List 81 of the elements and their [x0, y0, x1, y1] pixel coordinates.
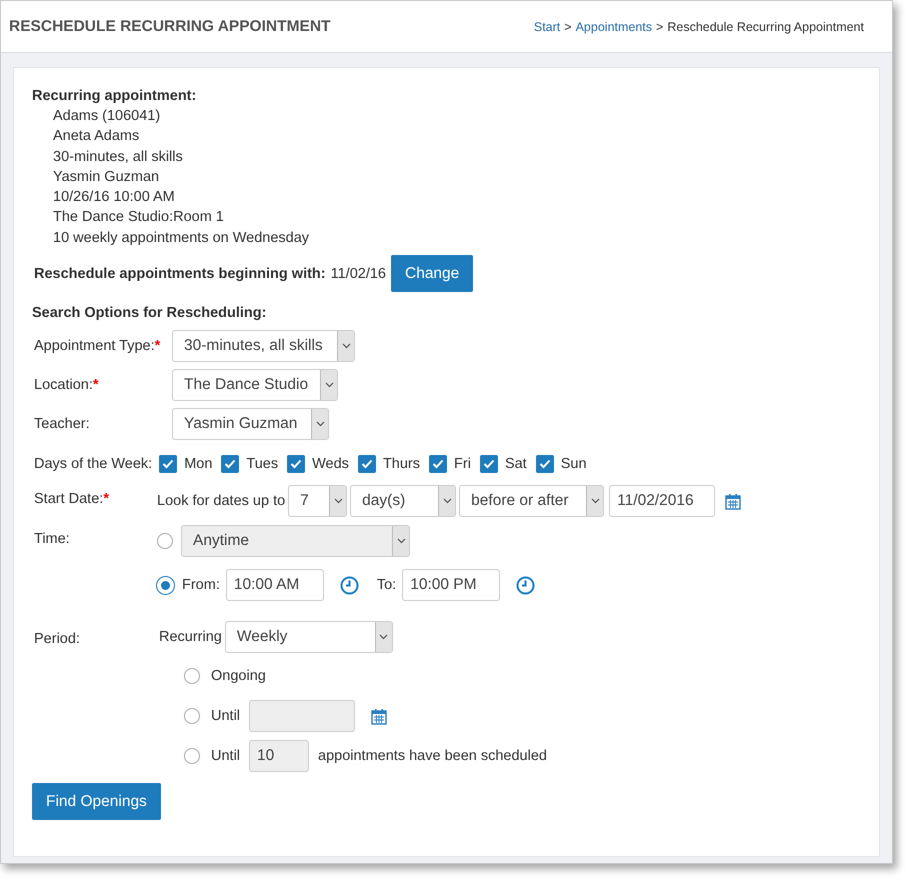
field-label: Days of the Week:: [34, 456, 152, 472]
breadcrumb-link[interactable]: Appointments: [576, 20, 652, 34]
checkbox[interactable]: [287, 455, 306, 474]
search-options-heading: Search Options for Rescheduling:: [32, 304, 268, 324]
caret-icon: [320, 370, 337, 400]
summary-heading: Recurring appointment:: [32, 87, 198, 106]
checkbox[interactable]: [221, 455, 240, 474]
caret-icon: [337, 331, 354, 362]
select-field[interactable]: Weekly: [224, 621, 393, 654]
day-label: Mon: [184, 456, 212, 472]
find-openings-button[interactable]: Find Openings: [32, 783, 161, 820]
day-label: Tues: [246, 456, 278, 472]
breadcrumb-separator: >: [564, 20, 572, 34]
select-field[interactable]: Yasmin Guzman: [172, 408, 329, 440]
day-label: Thurs: [382, 456, 420, 472]
checkmark-icon: [360, 459, 373, 470]
reschedule-date: 11/02/16: [330, 266, 386, 282]
summary-line: 10 weekly appointments on Wednesday: [53, 228, 310, 248]
select-field[interactable]: before or after: [459, 485, 604, 518]
field-label: From:: [182, 577, 220, 594]
page-title: RESCHEDULE RECURRING APPOINTMENT: [9, 18, 330, 36]
field-label: Period:: [34, 630, 81, 650]
summary-line: 30-minutes, all skills: [53, 148, 184, 167]
checkbox[interactable]: [480, 455, 498, 474]
select-field[interactable]: 7: [288, 485, 348, 518]
breadcrumb-separator: >: [656, 20, 664, 34]
time-field[interactable]: 10:00 PM: [402, 569, 500, 602]
summary-line: Aneta Adams: [53, 127, 140, 146]
caret-icon: [374, 622, 392, 652]
field-label: Start Date:: [34, 491, 104, 508]
checkmark-icon: [290, 459, 302, 470]
reschedule-label: Reschedule appointments beginning with:: [34, 266, 326, 282]
date-field[interactable]: 11/02/2016: [609, 485, 716, 518]
breadcrumb-current: Reschedule Recurring Appointment: [667, 20, 864, 34]
field-label: Appointment Type:: [34, 338, 155, 354]
checkmark-icon: [224, 459, 236, 470]
option-label: Until: [211, 708, 240, 724]
summary-line: Yasmin Guzman: [53, 168, 160, 187]
select-field[interactable]: The Dance Studio: [172, 369, 338, 402]
checkbox[interactable]: [159, 455, 178, 474]
field-label: Teacher:: [34, 416, 90, 432]
required-mark: *: [154, 338, 160, 354]
summary-line: The Dance Studio:Room 1: [53, 208, 225, 228]
checkbox[interactable]: [536, 455, 554, 474]
checkmark-icon: [538, 459, 551, 470]
checkbox[interactable]: [358, 455, 376, 474]
calendar-icon[interactable]: [725, 492, 742, 510]
calendar-icon[interactable]: [371, 708, 388, 725]
day-label: Fri: [454, 456, 471, 472]
caret-icon: [438, 486, 456, 516]
clock-icon[interactable]: [340, 576, 359, 595]
option-label: Ongoing: [211, 668, 266, 684]
option-label: Until: [211, 748, 240, 764]
checkmark-icon: [482, 459, 495, 470]
option-label: appointments have been scheduled: [318, 748, 547, 764]
day-label: Sat: [504, 456, 527, 472]
checkbox[interactable]: [429, 455, 448, 474]
caret-icon: [329, 486, 346, 516]
required-mark: *: [92, 377, 99, 394]
change-button[interactable]: Change: [391, 255, 474, 292]
summary-line: Adams (106041): [53, 107, 162, 126]
select-field[interactable]: day(s): [350, 485, 456, 518]
date-range-label: Look for dates up to: [157, 493, 286, 510]
caret-icon: [586, 486, 604, 516]
field-label: Recurring: [159, 629, 222, 646]
time-field[interactable]: 10:00 AM: [226, 569, 324, 602]
radio-button[interactable]: [184, 668, 200, 684]
day-label: Weds: [312, 456, 349, 472]
caret-icon: [311, 409, 328, 440]
field-label: To:: [376, 577, 396, 594]
checkmark-icon: [162, 459, 174, 470]
day-label: Sun: [560, 456, 587, 472]
summary-line: 10/26/16 10:00 AM: [53, 188, 176, 208]
checkmark-icon: [432, 459, 444, 470]
caret-icon: [392, 526, 409, 556]
clock-icon[interactable]: [516, 576, 536, 595]
field-label: Time:: [34, 530, 71, 550]
field-label: Location:: [34, 377, 93, 394]
required-mark: *: [103, 491, 109, 508]
breadcrumb-link[interactable]: Start: [534, 20, 560, 34]
select-field[interactable]: 30-minutes, all skills: [172, 330, 355, 362]
